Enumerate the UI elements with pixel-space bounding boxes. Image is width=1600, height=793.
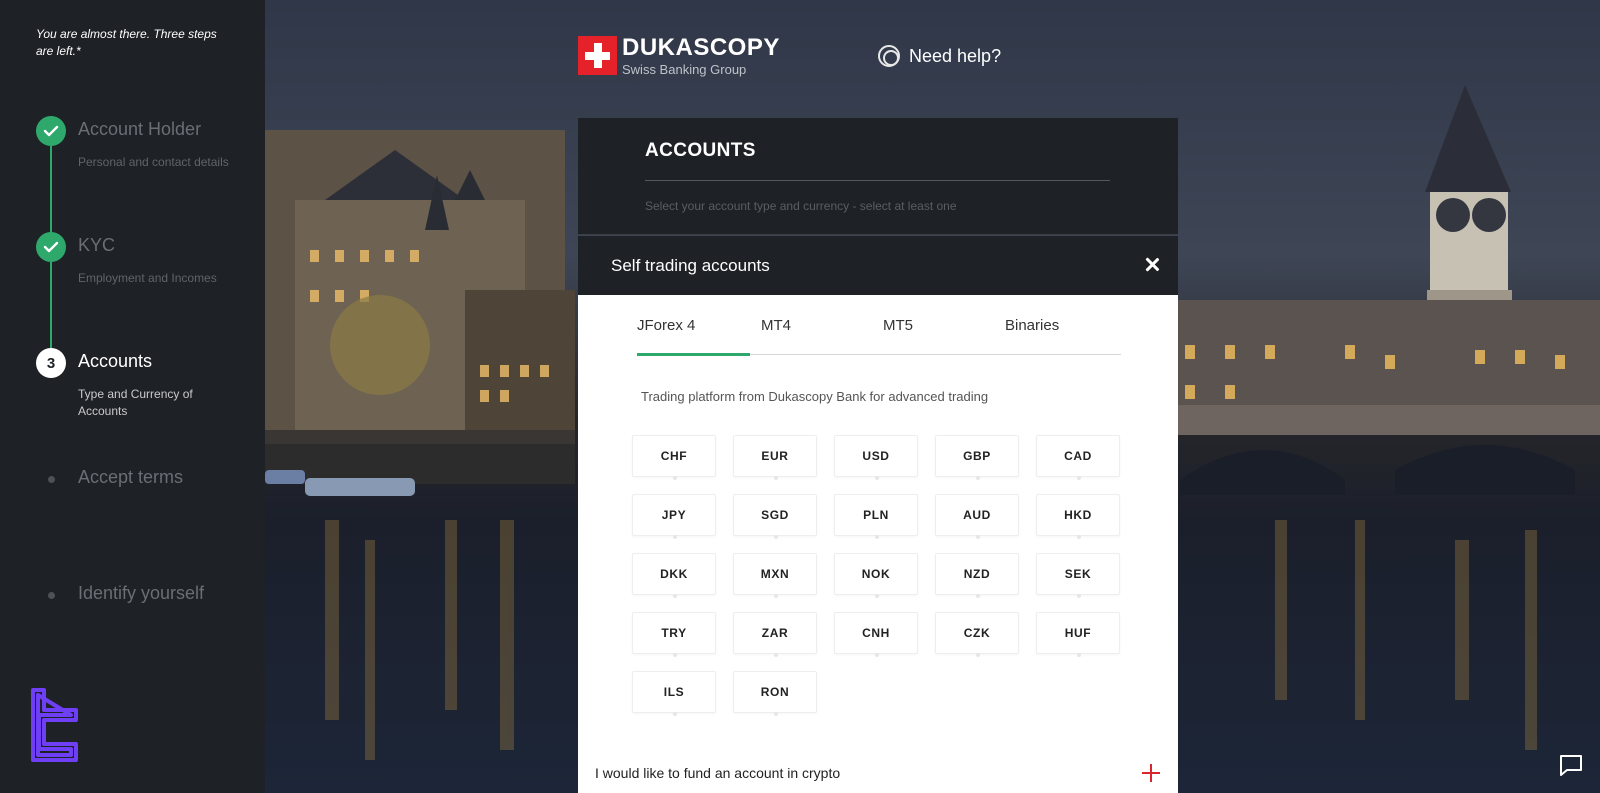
tab-mt5[interactable]: MT5 [883,317,913,355]
help-lifebuoy-icon [878,45,900,67]
check-icon [36,232,66,262]
pending-dot-icon [36,464,66,494]
progress-sidebar: You are almost there. Three steps are le… [0,0,265,793]
tab-label: MT4 [761,317,791,334]
pending-dot-icon [36,580,66,610]
step-identify-yourself[interactable]: Identify yourself [36,580,256,620]
chat-icon[interactable] [1558,753,1584,777]
currency-option-gbp[interactable]: GBP [935,435,1019,480]
currency-option-usd[interactable]: USD [834,435,918,480]
swiss-cross-icon [578,36,617,75]
currency-option-hkd[interactable]: HKD [1036,494,1120,539]
step-subtitle: Type and Currency of Accounts [78,387,193,418]
step-subtitle: Employment and Incomes [78,271,217,285]
currency-option-pln[interactable]: PLN [834,494,918,539]
plus-icon[interactable] [1141,763,1161,783]
self-trading-accordion-body: JForex 4 MT4 MT5 Binaries Trading platfo… [578,295,1178,793]
currency-option-eur[interactable]: EUR [733,435,817,480]
currency-option-cnh[interactable]: CNH [834,612,918,657]
tab-mt4[interactable]: MT4 [761,317,791,355]
dukascopy-logo[interactable]: DUKASCOPY Swiss Banking Group [578,34,780,77]
step-title: Identify yourself [78,583,205,603]
tab-binaries[interactable]: Binaries [1005,317,1059,355]
currency-option-aud[interactable]: AUD [935,494,1019,539]
crypto-funding-label: I would like to fund an account in crypt… [595,765,841,781]
currency-option-nzd[interactable]: NZD [935,553,1019,598]
currency-option-czk[interactable]: CZK [935,612,1019,657]
tab-label: MT5 [883,317,913,334]
divider [645,180,1110,181]
step-kyc[interactable]: KYC Employment and Incomes [36,232,256,312]
currency-option-ron[interactable]: RON [733,671,817,716]
tab-jforex-4[interactable]: JForex 4 [637,317,750,356]
logo-tagline: Swiss Banking Group [622,62,747,77]
step-accept-terms[interactable]: Accept terms [36,464,256,504]
platform-description: Trading platform from Dukascopy Bank for… [641,389,989,404]
need-help-label: Need help? [909,45,1002,66]
close-icon[interactable] [1140,253,1164,277]
currency-option-zar[interactable]: ZAR [733,612,817,657]
section-title: Self trading accounts [611,256,770,275]
step-title: Accounts [78,351,153,371]
need-help-link[interactable]: Need help? [878,45,1001,67]
step-accounts[interactable]: 3 Accounts Type and Currency of Accounts [36,348,256,428]
currency-option-jpy[interactable]: JPY [632,494,716,539]
currency-option-sek[interactable]: SEK [1036,553,1120,598]
currency-option-mxn[interactable]: MXN [733,553,817,598]
currency-option-sgd[interactable]: SGD [733,494,817,539]
crypto-funding-row[interactable]: I would like to fund an account in crypt… [578,757,1178,793]
tab-label: Binaries [1005,317,1060,334]
step-title: Account Holder [78,119,202,139]
currency-option-try[interactable]: TRY [632,612,716,657]
step-account-holder[interactable]: Account Holder Personal and contact deta… [36,116,256,196]
step-title: Accept terms [78,467,184,487]
progress-note: You are almost there. Three steps are le… [36,27,217,58]
step-title: KYC [78,235,116,255]
self-trading-accordion-header[interactable]: Self trading accounts [578,236,1178,295]
step-subtitle: Personal and contact details [78,155,229,169]
tab-label: JForex 4 [637,317,696,334]
currency-option-dkk[interactable]: DKK [632,553,716,598]
check-icon [36,116,66,146]
currency-option-huf[interactable]: HUF [1036,612,1120,657]
logo-name: DUKASCOPY [622,34,780,61]
page-title: ACCOUNTS [645,140,756,161]
currency-option-cad[interactable]: CAD [1036,435,1120,480]
brand-logo-icon [31,688,78,762]
currency-option-nok[interactable]: NOK [834,553,918,598]
currency-option-chf[interactable]: CHF [632,435,716,480]
active-tab-indicator [637,353,750,356]
accounts-panel-header: ACCOUNTS Select your account type and cu… [578,118,1178,235]
step-number: 3 [36,348,66,378]
instruction-text: Select your account type and currency - … [645,199,957,213]
currency-option-ils[interactable]: ILS [632,671,716,716]
platform-tabs: JForex 4 MT4 MT5 Binaries [637,295,1121,356]
